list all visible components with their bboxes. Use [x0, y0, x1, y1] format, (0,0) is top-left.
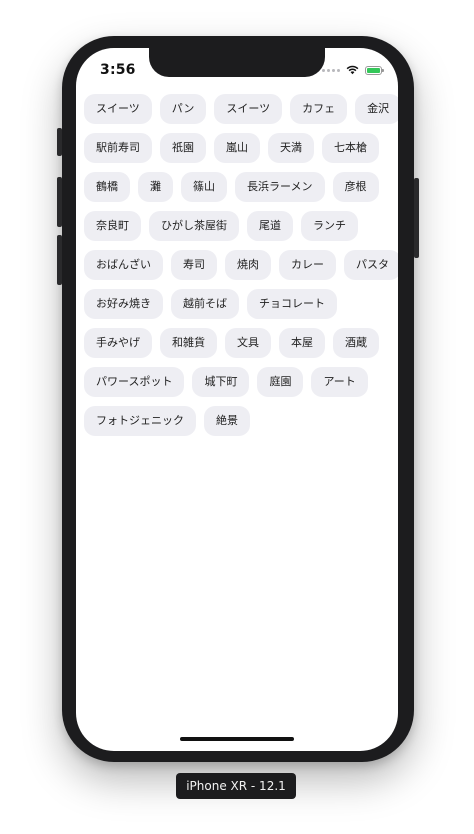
tag-row: 手みやげ 和雑貨 文具 本屋 酒蔵	[84, 328, 390, 360]
tag-row: フォトジェニック 絶景	[84, 406, 390, 438]
tag-chip[interactable]: ひがし茶屋街	[149, 211, 239, 241]
battery-charging-icon	[365, 65, 384, 75]
tag-chip[interactable]: パン	[159, 94, 207, 124]
tag-row: 鶴橋灘篠山 長浜ラーメン 彦根	[84, 172, 390, 204]
notch	[149, 48, 325, 77]
tag-chip[interactable]: 彦根	[332, 172, 379, 202]
volume-up-button	[57, 177, 62, 227]
tag-chip[interactable]: 文具	[225, 328, 271, 358]
tag-chip[interactable]: 越前そば	[171, 289, 239, 319]
tag-chip[interactable]: 尾道	[247, 211, 293, 241]
tag-chip[interactable]: 灘	[138, 172, 173, 202]
home-indicator[interactable]	[180, 737, 294, 741]
simulator-stage: 3:56 スイーツ パン スイーツ カフェ 金沢 駅前寿司 祇園 嵐山 天満 七本槍 鶴橋灘篠山 長浜…	[0, 0, 474, 834]
tag-chip[interactable]: 金沢	[355, 94, 398, 124]
wifi-icon	[346, 65, 359, 75]
tag-chip[interactable]: 篠山	[181, 172, 227, 202]
tag-chip[interactable]: ランチ	[301, 211, 358, 241]
tag-chip[interactable]: パスタ	[344, 250, 398, 280]
tag-chip[interactable]: 七本槍	[322, 133, 379, 163]
tag-chip[interactable]: カレー	[279, 250, 336, 280]
tag-chip[interactable]: 駅前寿司	[84, 133, 152, 163]
tag-chip[interactable]: チョコレート	[247, 289, 337, 319]
tag-chip[interactable]: 嵐山	[214, 133, 260, 163]
tag-row: おばんざい 寿司 焼肉 カレー パスタ	[84, 250, 398, 282]
mute-switch	[57, 128, 62, 156]
tag-chip[interactable]: 手みやげ	[84, 328, 152, 358]
tag-chip[interactable]: 祇園	[160, 133, 206, 163]
tag-chip[interactable]: 和雑貨	[160, 328, 217, 358]
tag-chip[interactable]: 絶景	[204, 406, 250, 436]
tag-chip[interactable]: フォトジェニック	[84, 406, 196, 436]
tag-chip[interactable]: アート	[311, 367, 368, 397]
tag-chip[interactable]: 焼肉	[225, 250, 271, 280]
phone-screen: 3:56 スイーツ パン スイーツ カフェ 金沢 駅前寿司 祇園 嵐山 天満 七本槍 鶴橋灘篠山 長浜…	[76, 48, 398, 751]
tag-chip[interactable]: 城下町	[192, 367, 250, 397]
device-label: iPhone XR - 12.1	[176, 773, 296, 799]
tag-chip[interactable]: 酒蔵	[333, 328, 379, 358]
tag-chip[interactable]: スイーツ	[214, 94, 283, 124]
tag-chip[interactable]: 天満	[268, 133, 314, 163]
signal-dots-icon	[322, 68, 340, 72]
tag-chip[interactable]: パワースポット	[84, 367, 185, 397]
volume-down-button	[57, 235, 62, 285]
tag-chip[interactable]: スイーツ	[84, 94, 152, 124]
tag-cloud: スイーツ パン スイーツ カフェ 金沢 駅前寿司 祇園 嵐山 天満 七本槍 鶴橋灘篠山 長浜ラーメン彦…	[84, 94, 398, 445]
tag-chip[interactable]: 奈良町	[84, 211, 141, 241]
tag-row: スイーツ パン スイーツ カフェ 金沢	[84, 94, 398, 126]
tag-row: 駅前寿司 祇園 嵐山 天満 七本槍	[84, 133, 390, 165]
status-icons	[322, 65, 384, 75]
tag-chip[interactable]: 鶴橋	[84, 172, 130, 202]
tag-chip[interactable]: お好み焼き	[84, 289, 163, 319]
tag-row: パワースポット 城下町 庭園 アート	[84, 367, 390, 399]
tag-chip[interactable]: 長浜ラーメン	[235, 172, 325, 202]
tag-row: 奈良町 ひがし茶屋街 尾道 ランチ	[84, 211, 390, 243]
status-time: 3:56	[100, 62, 136, 78]
power-button	[414, 178, 419, 258]
tag-chip[interactable]: 本屋	[279, 328, 325, 358]
tag-row: お好み焼き 越前そば チョコレート	[84, 289, 390, 321]
tag-chip[interactable]: カフェ	[290, 94, 348, 124]
tag-chip[interactable]: 寿司	[171, 250, 217, 280]
tag-chip[interactable]: 庭園	[257, 367, 304, 397]
tag-chip[interactable]: おばんざい	[84, 250, 163, 280]
